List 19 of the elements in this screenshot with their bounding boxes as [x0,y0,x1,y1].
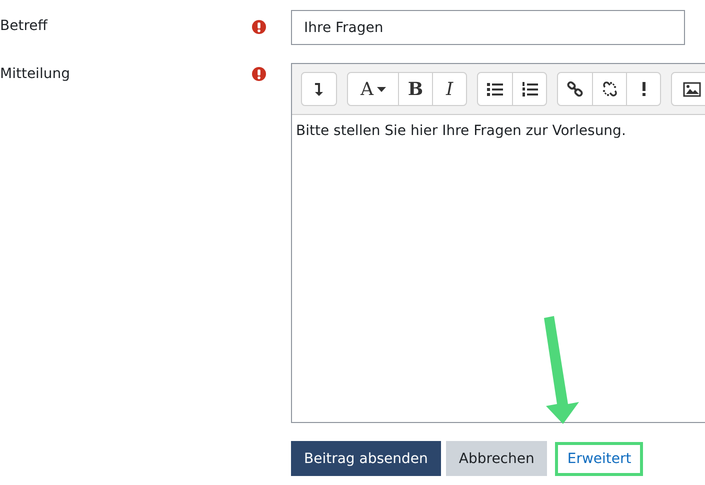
font-button[interactable]: A [348,73,398,105]
field-label: Mitteilung [0,65,71,82]
advanced-link[interactable]: Erweitert [555,442,644,476]
arrow-down-icon [314,82,324,96]
image-icon [683,82,701,96]
bullet-list-icon [487,82,503,96]
text-editor[interactable]: A B I Bitte stellen Sie hier Ihre Fragen zur Vorlesung. [291,63,705,423]
submit-button[interactable]: Beitrag absenden [291,441,441,476]
italic-button[interactable]: I [432,73,466,105]
unlink-icon [602,81,618,97]
caret-icon [376,86,386,92]
cancel-button[interactable]: Abbrechen [446,441,548,476]
bold-button[interactable]: B [398,73,432,105]
field-label: Betreff [0,17,49,34]
subject-input[interactable]: Ihre Fragen [291,10,685,45]
numbered-list-icon [522,82,538,96]
message-text: Bitte stellen Sie hier Ihre Fragen zur Vorlesung. [296,123,626,139]
exclamation-icon [642,82,646,96]
link-icon [567,81,583,97]
